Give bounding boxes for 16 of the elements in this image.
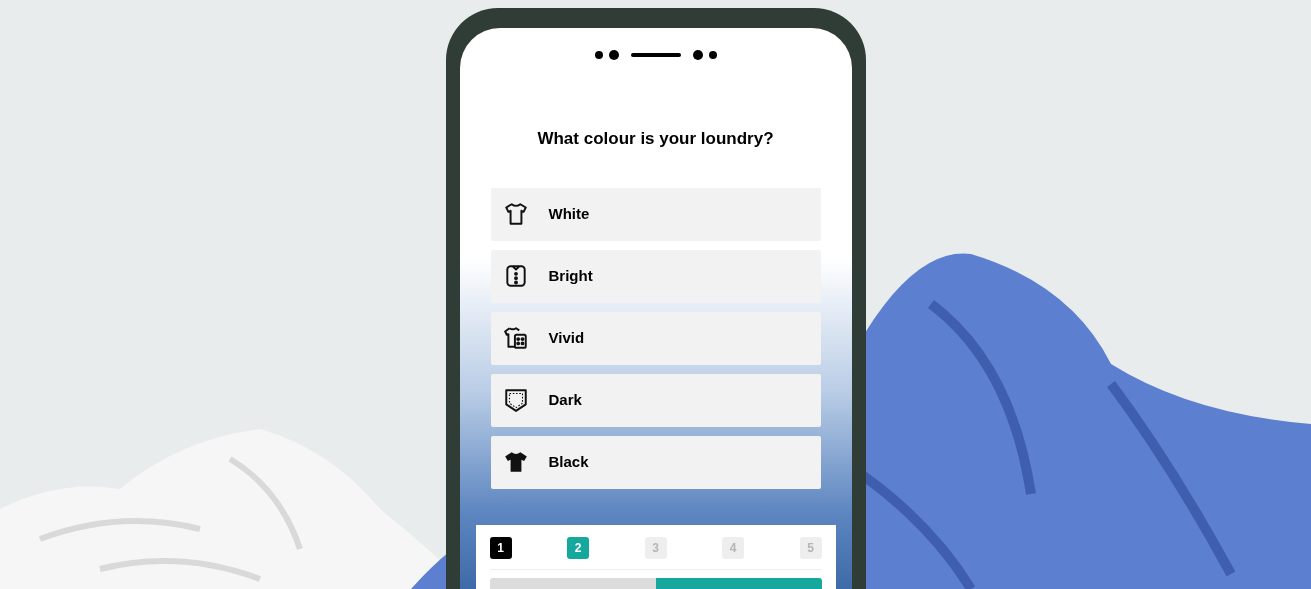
step-number: 5 [799,536,822,559]
option-button[interactable]: Bright [490,249,821,303]
shirts-icon [502,325,529,351]
step-number: 4 [722,536,744,559]
question-title: What colour is your loundry? [537,128,774,150]
option-button[interactable]: Vivid [490,311,821,365]
option-button[interactable]: White [490,187,821,241]
step-number: 1 [489,536,512,559]
pocket-icon [502,387,529,413]
step-number: 3 [644,536,667,559]
step-number: 2 [567,536,589,559]
option-button[interactable]: Black [490,435,821,489]
speaker-notch-icon [594,50,717,60]
t-shirt-icon [502,201,529,227]
option-button[interactable]: Dark [490,373,821,427]
t-shirt-icon [502,449,529,475]
